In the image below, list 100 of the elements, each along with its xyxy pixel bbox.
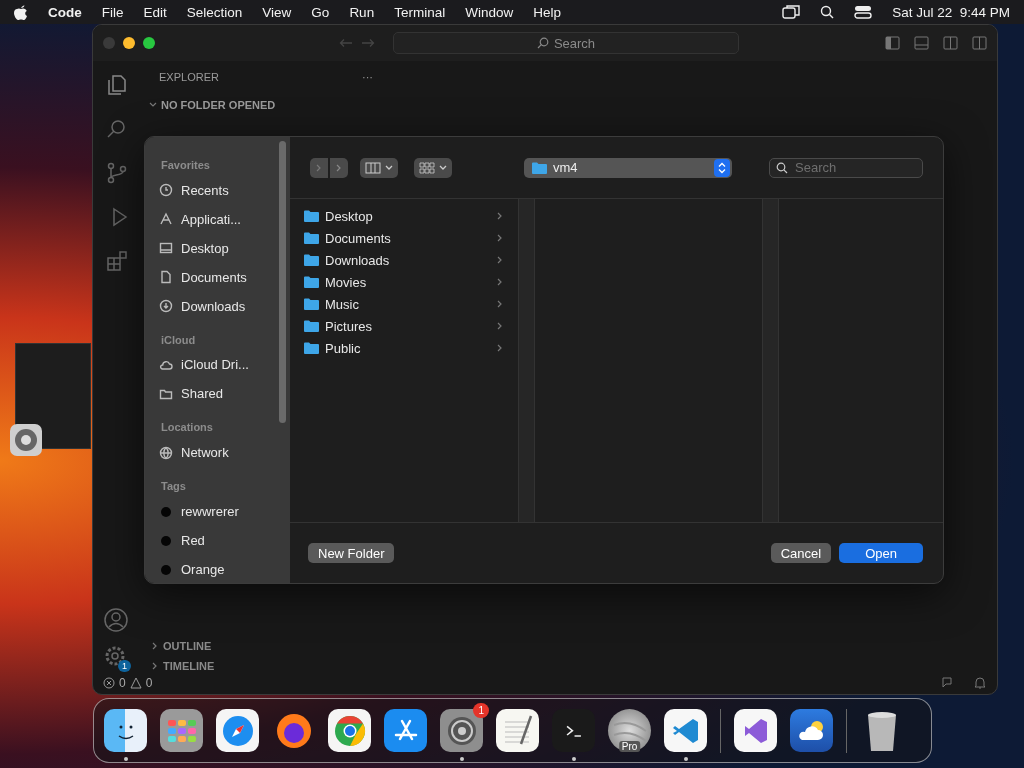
gear-icon[interactable] bbox=[103, 644, 127, 668]
sidebar-toggle-icon[interactable] bbox=[885, 36, 900, 50]
app-menu[interactable]: Code bbox=[48, 4, 82, 20]
scrollbar[interactable] bbox=[279, 141, 286, 423]
apple-logo-icon[interactable] bbox=[14, 4, 28, 20]
folder-row[interactable]: Desktop bbox=[290, 205, 518, 227]
panel-header[interactable]: TIMELINE bbox=[163, 660, 215, 672]
open-button[interactable]: Open bbox=[839, 543, 923, 563]
chevron-right-icon bbox=[335, 163, 343, 172]
sidebar-item[interactable]: Orange bbox=[159, 556, 290, 583]
menu-item[interactable]: Edit bbox=[143, 4, 167, 20]
error-count[interactable]: 0 bbox=[119, 676, 126, 690]
sidebar-section-title: Locations bbox=[161, 421, 214, 434]
minimized-window-thumbnail[interactable] bbox=[15, 343, 91, 449]
chevron-right-icon bbox=[496, 212, 504, 220]
folder-icon bbox=[304, 232, 319, 244]
feedback-icon[interactable] bbox=[941, 676, 955, 690]
folder-row[interactable]: Pictures bbox=[290, 315, 518, 337]
menu-item[interactable]: Help bbox=[533, 4, 561, 20]
split-layout-icon[interactable] bbox=[943, 36, 958, 50]
columns-icon bbox=[365, 161, 381, 174]
folder-row[interactable]: Documents bbox=[290, 227, 518, 249]
folder-row[interactable]: Downloads bbox=[290, 249, 518, 271]
tag-dot-icon bbox=[161, 506, 171, 517]
branch-icon[interactable] bbox=[105, 161, 129, 185]
search-field[interactable]: Search bbox=[769, 157, 923, 178]
folder-icon bbox=[304, 320, 319, 332]
minimize-button[interactable] bbox=[123, 37, 135, 49]
account-icon[interactable] bbox=[103, 607, 129, 633]
notification-badge: 1 bbox=[473, 703, 489, 718]
menu-item[interactable]: Window bbox=[465, 4, 514, 20]
sidebar-item[interactable]: Downloads bbox=[159, 292, 290, 320]
files-icon[interactable] bbox=[105, 73, 129, 97]
document-icon bbox=[159, 270, 173, 285]
group-mode-button[interactable] bbox=[414, 157, 452, 178]
menu-item[interactable]: Go bbox=[311, 4, 330, 20]
folder-row[interactable]: Public bbox=[290, 337, 518, 359]
toggle-switches-icon[interactable] bbox=[854, 5, 873, 19]
cancel-button[interactable]: Cancel bbox=[770, 543, 832, 563]
blocks-icon[interactable] bbox=[105, 249, 129, 273]
menu-item[interactable]: Terminal bbox=[394, 4, 446, 20]
zoom-button[interactable] bbox=[143, 37, 155, 49]
chevron-right-icon bbox=[496, 300, 504, 308]
section-header[interactable]: NO FOLDER OPENED bbox=[161, 99, 276, 111]
compass-icon bbox=[220, 713, 255, 748]
sidebar-item[interactable]: Recents bbox=[159, 177, 290, 204]
folder-row[interactable]: Music bbox=[290, 293, 518, 315]
menu-item[interactable]: View bbox=[262, 4, 292, 20]
panel-header[interactable]: OUTLINE bbox=[163, 640, 212, 652]
tag-dot-icon bbox=[161, 564, 171, 575]
clock-text[interactable]: Sat Jul 22 9:44 PM bbox=[892, 4, 1010, 20]
location-popup[interactable]: vm4 bbox=[524, 157, 732, 178]
sidebar-item[interactable]: rewwrerer bbox=[159, 498, 290, 526]
new-folder-button[interactable]: New Folder bbox=[308, 543, 395, 563]
chevron-down-icon bbox=[439, 164, 447, 171]
menu-item[interactable]: Selection bbox=[186, 4, 243, 20]
sidebar-item[interactable]: Applicati... bbox=[159, 205, 290, 233]
chevron-down-icon bbox=[385, 164, 393, 171]
folder-row[interactable]: Movies bbox=[290, 271, 518, 293]
running-indicator bbox=[459, 757, 464, 761]
explorer-title: EXPLORER bbox=[159, 71, 219, 83]
sidebar-section-title: Tags bbox=[161, 480, 187, 493]
tag-dot-icon bbox=[161, 535, 171, 546]
app-grid-icon bbox=[166, 718, 197, 743]
sidebar-item[interactable]: Red bbox=[159, 527, 290, 555]
warning-triangle-icon[interactable] bbox=[129, 677, 142, 689]
warning-count[interactable]: 0 bbox=[145, 676, 153, 690]
search-icon[interactable] bbox=[820, 5, 835, 19]
menu-item[interactable]: Run bbox=[349, 4, 375, 20]
monitor-icon bbox=[159, 241, 173, 256]
view-mode-button[interactable] bbox=[360, 157, 398, 178]
chevron-left-icon bbox=[315, 163, 323, 172]
more-actions-button[interactable]: ··· bbox=[362, 71, 373, 83]
sidebar-item[interactable]: Desktop bbox=[159, 234, 290, 262]
chevron-down-icon bbox=[149, 101, 157, 109]
gear-icon[interactable] bbox=[10, 424, 42, 456]
running-indicator bbox=[123, 757, 128, 761]
bell-icon[interactable] bbox=[973, 676, 987, 690]
cloud-icon bbox=[159, 358, 173, 372]
sidebar-item[interactable]: Shared bbox=[159, 380, 290, 408]
error-circle-icon[interactable] bbox=[103, 677, 115, 689]
sidebar-item[interactable]: Network bbox=[159, 439, 290, 467]
sidebar-item[interactable]: Documents bbox=[159, 263, 290, 291]
layout-grid-icon[interactable] bbox=[972, 36, 987, 50]
stacked-windows-icon[interactable] bbox=[782, 5, 801, 19]
folder-icon bbox=[304, 254, 319, 266]
forward-button[interactable] bbox=[330, 157, 348, 178]
menu-item[interactable]: File bbox=[101, 4, 124, 20]
up-down-chevron-icon bbox=[718, 161, 726, 174]
folder-icon bbox=[304, 210, 319, 222]
sidebar-section-title: iCloud bbox=[161, 333, 197, 346]
sidebar-section-title: Favorites bbox=[161, 159, 211, 171]
panel-toggle-icon[interactable] bbox=[914, 36, 929, 50]
sidebar-item[interactable]: iCloud Dri... bbox=[159, 351, 290, 379]
chrome-ball-icon bbox=[332, 713, 367, 748]
folder-icon bbox=[304, 342, 319, 354]
back-button[interactable] bbox=[310, 157, 328, 178]
command-search-field[interactable]: Search bbox=[393, 32, 739, 54]
search-icon bbox=[776, 161, 788, 174]
terminal-icon bbox=[565, 724, 582, 737]
